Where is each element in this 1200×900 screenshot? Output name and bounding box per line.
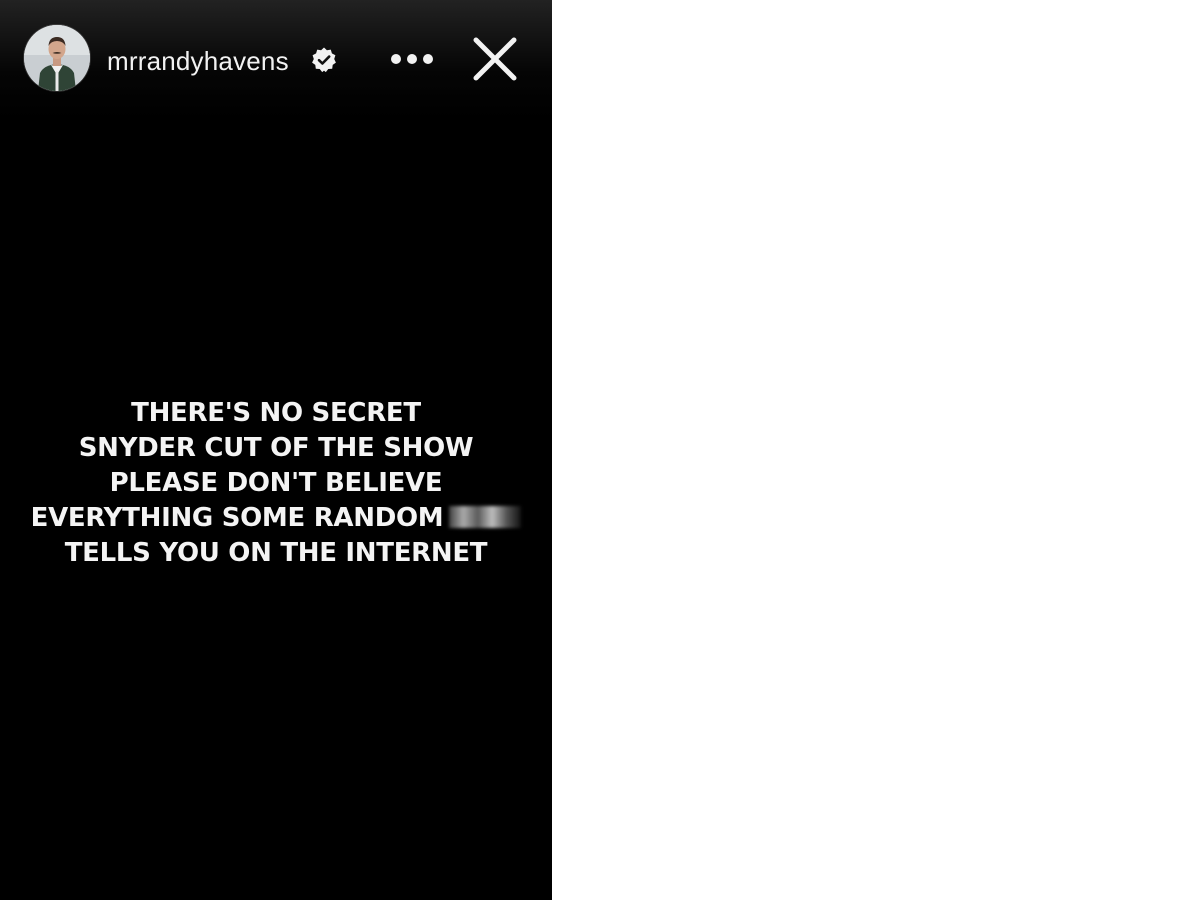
story-text-line: SNYDER CUT OF THE SHOW (78, 433, 474, 463)
story-text-overlay: THERE'S NO SECRET SNYDER CUT OF THE SHOW… (26, 396, 526, 571)
avatar[interactable] (24, 25, 90, 91)
story-text-line-with-censor: EVERYTHING SOME RANDOM (26, 501, 526, 536)
story-text-line: TELLS YOU ON THE INTERNET (64, 538, 488, 568)
story-viewer: mrrandyhavens THERE'S NO SECRET SNYDER C… (0, 0, 552, 900)
avatar-image (24, 25, 90, 91)
story-text-line: PLEASE DON'T BELIEVE (109, 468, 443, 498)
username[interactable]: mrrandyhavens (107, 44, 289, 78)
more-options-icon[interactable] (386, 44, 438, 74)
verified-badge-icon (312, 47, 336, 73)
close-icon[interactable] (470, 34, 520, 84)
censored-word-blur (449, 505, 522, 528)
story-text-line: THERE'S NO SECRET (131, 398, 421, 428)
story-text-line: EVERYTHING SOME RANDOM (30, 503, 444, 533)
